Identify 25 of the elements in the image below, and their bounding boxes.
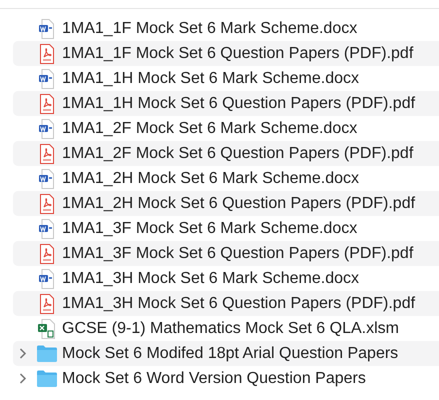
file-name[interactable]: 1MA1_3H Mock Set 6 Mark Scheme.docx xyxy=(62,270,360,288)
document-icon xyxy=(38,168,54,188)
disclosure-icon[interactable] xyxy=(19,348,27,359)
document-icon xyxy=(38,94,54,114)
document-icon xyxy=(38,194,54,214)
document-icon xyxy=(38,218,54,238)
document-icon xyxy=(38,244,54,264)
file-name[interactable]: Mock Set 6 Word Version Question Papers xyxy=(62,370,366,388)
folder-icon xyxy=(36,370,56,387)
folder-icon xyxy=(36,345,56,362)
file-name[interactable]: 1MA1_2F Mock Set 6 Mark Scheme.docx xyxy=(62,120,358,138)
document-icon xyxy=(38,144,54,164)
file-name[interactable]: 1MA1_1H Mock Set 6 Mark Scheme.docx xyxy=(62,70,360,88)
file-name[interactable]: 1MA1_1F Mock Set 6 Mark Scheme.docx xyxy=(62,20,358,38)
file-name[interactable]: GCSE (9-1) Mathematics Mock Set 6 QLA.xlsm xyxy=(62,320,399,338)
disclosure-icon[interactable] xyxy=(19,373,27,384)
document-icon xyxy=(38,68,54,88)
document-icon xyxy=(38,118,54,138)
document-icon xyxy=(38,44,54,64)
document-icon xyxy=(38,294,54,314)
file-name[interactable]: 1MA1_3F Mock Set 6 Mark Scheme.docx xyxy=(62,220,358,238)
file-name[interactable]: 1MA1_2H Mock Set 6 Mark Scheme.docx xyxy=(62,170,360,188)
document-icon xyxy=(38,18,54,38)
spreadsheet-icon xyxy=(38,318,56,338)
document-icon xyxy=(38,268,54,288)
